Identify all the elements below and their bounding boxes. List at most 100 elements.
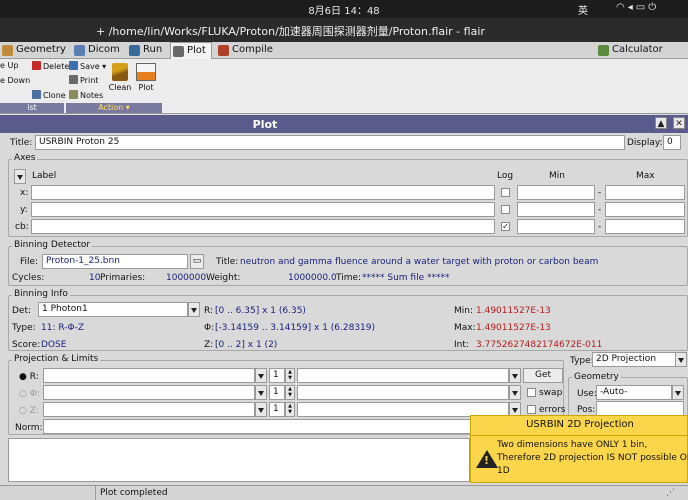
save-button[interactable]: Save ▾ [69, 61, 106, 71]
phi-label: Φ: [204, 323, 215, 333]
axes-menu-dropdown[interactable] [14, 169, 26, 184]
geometry-pos-input[interactable] [596, 401, 684, 416]
axis-y-max-input[interactable] [605, 202, 685, 217]
detector-select[interactable]: 1 Photon1 [38, 302, 188, 317]
action-group-text: Action [98, 103, 124, 112]
title-label: Title: [10, 138, 33, 148]
plot-button[interactable]: Plot [134, 61, 158, 92]
move-down-button[interactable]: e Down [0, 76, 30, 85]
window-title: + /home/lin/Works/FLUKA/Proton/加速器周围探测器剂… [96, 25, 485, 38]
axis-y-min-input[interactable] [517, 202, 595, 217]
r-max-input[interactable] [297, 368, 509, 383]
list-group-label: ist [0, 103, 64, 113]
tab-geometry[interactable]: Geometry [0, 42, 66, 59]
phi-bins-input[interactable]: 1 [269, 385, 285, 400]
swap-checkbox[interactable] [527, 388, 536, 397]
plot-title-input[interactable]: USRBIN Proton 25 [35, 135, 625, 150]
window-titlebar: + /home/lin/Works/FLUKA/Proton/加速器周围探测器剂… [0, 18, 688, 42]
clone-icon [32, 90, 41, 99]
r-radio[interactable]: ● R: [19, 372, 39, 382]
axis-y-label-input[interactable] [31, 202, 495, 217]
resize-grip-icon[interactable]: ⋰ [666, 488, 675, 498]
axis-cb-label-input[interactable] [31, 219, 495, 234]
tab-calculator[interactable]: Calculator [596, 42, 663, 59]
range-separator: - [598, 222, 602, 232]
system-tray-icons[interactable]: ◠◂▭⏻ [616, 2, 659, 13]
close-icon[interactable]: ✕ [673, 117, 685, 129]
notification-title: USRBIN 2D Projection [526, 419, 634, 430]
tab-label: Plot [187, 45, 206, 56]
geometry-use-select[interactable]: -Auto- [596, 385, 672, 400]
clone-button[interactable]: Clone [32, 90, 66, 100]
display-input[interactable]: 0 [663, 135, 681, 150]
axis-cb-log-checkbox[interactable]: ✓ [501, 222, 510, 231]
display-label: Display: [627, 138, 663, 148]
det-title-label: Title: [216, 257, 239, 267]
axis-x-log-checkbox[interactable] [501, 188, 510, 197]
up-arrow-icon[interactable]: ▲ [655, 117, 667, 129]
print-button[interactable]: Print [69, 75, 98, 85]
axis-cb-max-input[interactable] [605, 219, 685, 234]
axis-x-label-input[interactable] [31, 185, 495, 200]
delete-button[interactable]: Delete [32, 61, 69, 71]
action-group-label[interactable]: Action ▾ [66, 103, 162, 113]
axes-col-log: Log [497, 171, 514, 181]
notification-line-1: Two dimensions have ONLY 1 bin, [497, 440, 648, 450]
dicom-icon [74, 45, 85, 56]
z-radio[interactable]: ○ Z: [19, 406, 39, 416]
axis-cb-min-input[interactable] [517, 219, 595, 234]
clean-button[interactable]: Clean [108, 61, 132, 92]
min-label: Min: [454, 306, 474, 316]
folder-open-icon[interactable]: ▭ [190, 254, 204, 269]
norm-input[interactable] [43, 419, 471, 434]
plot-chart-icon [136, 63, 156, 81]
min-value: 1.49011527E-13 [476, 306, 551, 316]
file-input[interactable]: Proton-1_25.bnn [42, 254, 188, 269]
r-min-dropdown[interactable] [255, 368, 267, 383]
tab-run[interactable]: Run [127, 42, 162, 59]
z-min-input[interactable] [43, 402, 255, 417]
det-title-value: neutron and gamma fluence around a water… [240, 257, 599, 267]
r-bins-input[interactable]: 1 [269, 368, 285, 383]
notes-button[interactable]: Notes [69, 90, 103, 100]
detector-dropdown[interactable] [188, 302, 200, 317]
axis-y-log-checkbox[interactable] [501, 205, 510, 214]
phi-min-input[interactable] [43, 385, 255, 400]
axis-x-max-input[interactable] [605, 185, 685, 200]
battery-icon: ▭ [635, 2, 649, 13]
tab-dicom[interactable]: Dicom [72, 42, 120, 59]
tab-label: Calculator [612, 44, 663, 55]
phi-max-dropdown[interactable] [509, 385, 521, 400]
plot-label: Plot [138, 83, 154, 92]
phi-radio[interactable]: ○ Φ: [19, 389, 40, 399]
geometry-use-dropdown[interactable] [672, 385, 684, 400]
z-bins-spinner[interactable]: ▲ ▼ [285, 402, 295, 417]
r-min-input[interactable] [43, 368, 255, 383]
axes-col-label: Label [32, 171, 57, 181]
z-bins-input[interactable]: 1 [269, 402, 285, 417]
move-up-button[interactable]: e Up [0, 61, 18, 70]
phi-bins-spinner[interactable]: ▲ ▼ [285, 385, 295, 400]
clone-label: Clone [43, 91, 66, 100]
cycles-value: 10 [89, 273, 101, 283]
wifi-icon: ◠ [616, 2, 628, 13]
r-bins-spinner[interactable]: ▲ ▼ [285, 368, 295, 383]
tab-plot[interactable]: Plot [170, 42, 212, 59]
projection-type-select[interactable]: 2D Projection [592, 352, 676, 367]
phi-min-dropdown[interactable] [255, 385, 267, 400]
z-min-dropdown[interactable] [255, 402, 267, 417]
get-button[interactable]: Get [523, 368, 563, 383]
axes-col-max: Max [636, 171, 655, 181]
input-method-indicator[interactable]: 英 [578, 2, 588, 17]
z-radio-label: Z: [29, 406, 39, 416]
errors-checkbox[interactable] [527, 405, 536, 414]
primaries-value: 1000000 [166, 273, 207, 283]
r-max-dropdown[interactable] [509, 368, 521, 383]
axis-x-min-input[interactable] [517, 185, 595, 200]
tab-compile[interactable]: Compile [216, 42, 273, 59]
projection-type-dropdown[interactable] [675, 352, 687, 367]
type-value: 11: R-Φ-Z [41, 323, 84, 333]
notes-textarea[interactable] [8, 438, 470, 482]
warning-notification[interactable]: USRBIN 2D Projection ! Two dimensions ha… [470, 415, 688, 483]
phi-max-input[interactable] [297, 385, 509, 400]
